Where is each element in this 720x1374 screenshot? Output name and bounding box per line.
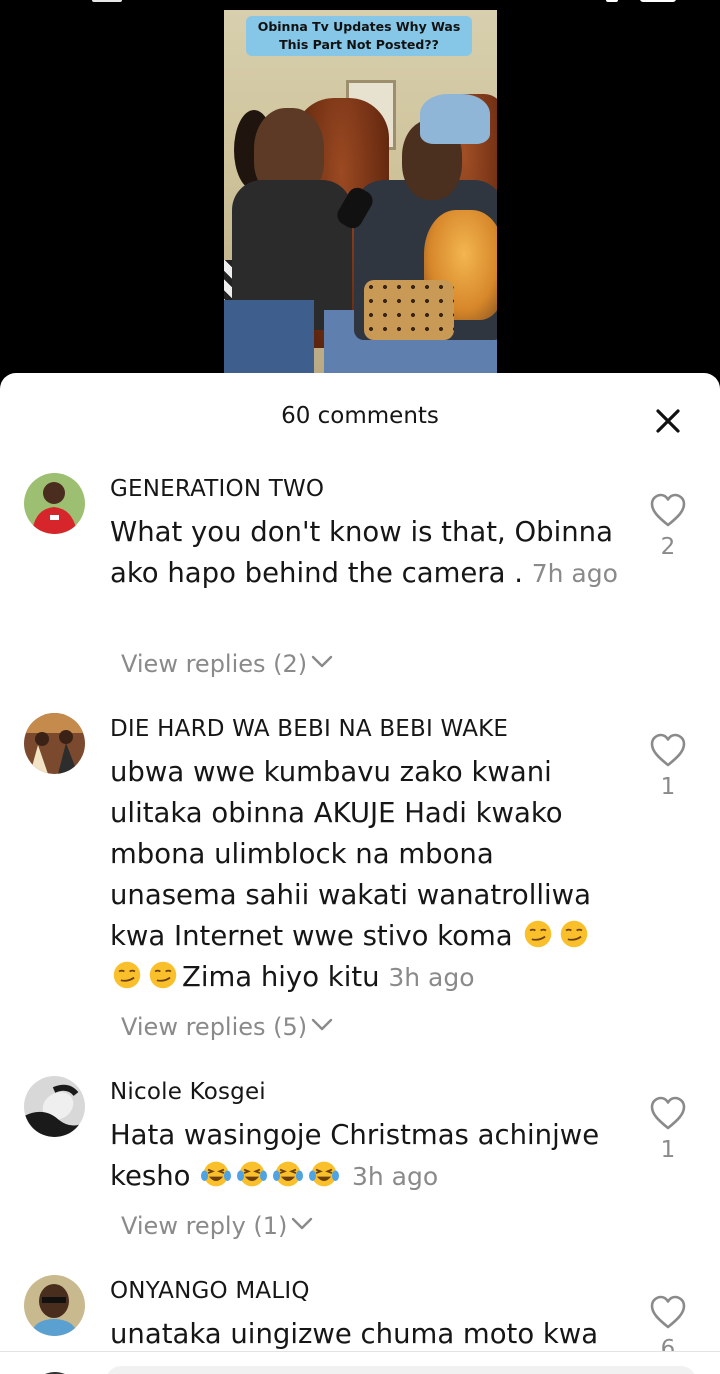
comment-text: What you don't know is that, Obinna ako … (110, 512, 620, 594)
view-replies-label: View reply (1) (121, 1212, 288, 1240)
signal-icon (606, 0, 618, 2)
like-count: 1 (660, 774, 676, 800)
chevron-down-icon (311, 1018, 333, 1031)
smirking-face-icon (525, 920, 552, 948)
comments-count-title: 60 comments (281, 403, 439, 429)
video-caption: Obinna Tv Updates Why Was This Part Not … (246, 16, 472, 56)
heart-outline-icon (650, 1096, 686, 1130)
chevron-down-icon (292, 1217, 313, 1230)
comment-body: ubwa wwe kumbavu zako kwani ulitaka obin… (110, 756, 591, 952)
heart-outline-icon (650, 733, 686, 767)
avatar[interactable] (24, 1076, 85, 1137)
like-count: 2 (660, 534, 676, 560)
avatar[interactable] (24, 1275, 85, 1336)
chevron-down-icon (311, 655, 333, 668)
view-replies-button[interactable]: View replies (2) (121, 650, 333, 678)
comment-username[interactable]: DIE HARD WA BEBI NA BEBI WAKE (110, 716, 508, 742)
smirking-face-icon (561, 920, 588, 948)
comments-sheet: 60 comments GENERATION TWO What you don'… (0, 373, 720, 1374)
view-replies-label: View replies (5) (121, 1013, 308, 1041)
like-button[interactable]: 1 (648, 732, 688, 800)
tears-of-joy-icon (309, 1161, 340, 1187)
comment-time: 3h ago (351, 1162, 439, 1191)
add-comment-input[interactable] (106, 1366, 696, 1374)
tears-of-joy-icon (201, 1161, 232, 1187)
comment-username[interactable]: Nicole Kosgei (110, 1079, 266, 1105)
comment-username[interactable]: ONYANGO MALIQ (110, 1278, 310, 1304)
tears-of-joy-icon (273, 1161, 304, 1187)
close-icon (656, 409, 680, 433)
avatar[interactable] (24, 473, 85, 534)
heart-outline-icon (650, 1295, 686, 1329)
comment-text: Hata wasingoje Christmas achinjwe kesho … (110, 1115, 620, 1197)
heart-outline-icon (650, 493, 686, 527)
smirking-face-icon (113, 961, 141, 989)
like-button[interactable]: 2 (648, 492, 688, 560)
status-bar-icon (92, 0, 122, 2)
comment-time: 3h ago (388, 963, 475, 992)
close-button[interactable] (652, 405, 684, 437)
view-replies-button[interactable]: View reply (1) (121, 1212, 313, 1240)
avatar[interactable] (24, 713, 85, 774)
comment-time: 7h ago (531, 559, 618, 588)
battery-icon (640, 0, 676, 2)
comment-username[interactable]: GENERATION TWO (110, 476, 324, 502)
like-button[interactable]: 1 (648, 1095, 688, 1163)
video-thumbnail[interactable] (224, 10, 497, 382)
smirking-face-icon (149, 961, 177, 989)
comment-text: unataka uingizwe chuma moto kwa (110, 1318, 599, 1350)
video-player[interactable]: Obinna Tv Updates Why Was This Part Not … (0, 0, 720, 392)
comment-text: ubwa wwe kumbavu zako kwani ulitaka obin… (110, 752, 610, 998)
view-replies-label: View replies (2) (121, 650, 308, 678)
like-count: 1 (660, 1137, 676, 1163)
tears-of-joy-icon (237, 1161, 268, 1187)
view-replies-button[interactable]: View replies (5) (121, 1013, 333, 1041)
comment-body-end: Zima hiyo kitu (182, 961, 380, 993)
